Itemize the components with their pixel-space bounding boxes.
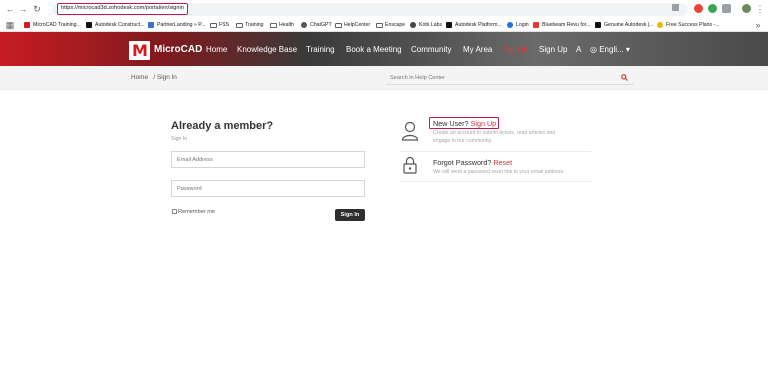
new-user-heading: New User? Sign Up bbox=[433, 119, 496, 128]
bookmark-login[interactable]: Login bbox=[507, 20, 529, 30]
forgot-password-heading: Forgot Password? Reset bbox=[433, 158, 512, 167]
nav-community[interactable]: Community bbox=[411, 44, 451, 55]
more-bookmarks-icon[interactable]: » bbox=[752, 19, 764, 31]
breadcrumb-home[interactable]: Home bbox=[131, 74, 148, 81]
bookmarks-bar: ▦ MicroCAD Training... Autodesk Construc… bbox=[0, 18, 768, 32]
folder-icon bbox=[335, 22, 342, 28]
genuine-autodesk-favicon-icon bbox=[595, 22, 601, 28]
url-text[interactable]: https://microcad3d.zohodesk.com/portal/e… bbox=[57, 3, 188, 15]
signin-subtitle: Sign In bbox=[171, 136, 188, 142]
apps-grid-icon[interactable]: ▦ bbox=[4, 19, 16, 31]
back-icon[interactable]: ← bbox=[4, 3, 16, 15]
reload-icon[interactable]: ↻ bbox=[31, 3, 43, 15]
divider bbox=[399, 181, 591, 182]
bookmark-fss[interactable]: FSS bbox=[210, 20, 229, 30]
bookmark-training[interactable]: Training bbox=[236, 20, 264, 30]
search-icon[interactable] bbox=[621, 74, 628, 81]
brand-name[interactable]: MicroCAD bbox=[154, 43, 202, 57]
bookmark-microcad-training[interactable]: MicroCAD Training... bbox=[24, 20, 81, 30]
new-user-label: New User? bbox=[433, 119, 469, 128]
bookmark-genuine-autodesk[interactable]: Genuine Autodesk |... bbox=[595, 20, 654, 30]
bookmark-autodesk-platform[interactable]: Autodesk Platform... bbox=[446, 20, 502, 30]
forgot-password-description: We will send a password reset link to yo… bbox=[433, 169, 565, 175]
menu-kebab-icon[interactable]: ⋮ bbox=[754, 3, 766, 15]
bookmark-enscape[interactable]: Enscape bbox=[376, 20, 405, 30]
sign-up-link[interactable]: Sign Up bbox=[471, 119, 497, 128]
new-user-description-1: Create an account to submit tickets, rea… bbox=[433, 130, 556, 136]
language-selector[interactable]: ◎ Engli... ▾ bbox=[590, 44, 630, 55]
bookmark-helpcenter[interactable]: HelpCenter bbox=[335, 20, 370, 30]
partner-favicon-icon bbox=[148, 22, 154, 28]
user-icon bbox=[401, 121, 419, 141]
nav-training[interactable]: Training bbox=[306, 44, 335, 55]
success-favicon-icon bbox=[657, 22, 663, 28]
new-user-description-2: engage in our community. bbox=[433, 138, 493, 144]
breadcrumb: Home / Sign In bbox=[131, 73, 177, 82]
divider bbox=[399, 151, 591, 152]
folder-icon bbox=[236, 22, 243, 28]
microcad-favicon-icon bbox=[24, 22, 30, 28]
install-icon[interactable] bbox=[672, 4, 679, 11]
breadcrumb-bar bbox=[0, 66, 768, 90]
nav-home[interactable]: Home bbox=[206, 44, 227, 55]
bookmark-kobi-labs[interactable]: Kobi Labs bbox=[410, 20, 442, 30]
kobi-favicon-icon bbox=[410, 22, 416, 28]
password-field[interactable] bbox=[171, 180, 365, 197]
sign-in-button[interactable]: Sign In bbox=[335, 209, 365, 221]
autodesk-favicon-icon bbox=[86, 22, 92, 28]
extensions-icon[interactable] bbox=[722, 4, 731, 13]
reset-link[interactable]: Reset bbox=[493, 158, 512, 167]
chevron-down-icon: ▾ bbox=[625, 45, 630, 54]
breadcrumb-separator: / bbox=[153, 74, 156, 81]
bluebeam-favicon-icon bbox=[533, 22, 539, 28]
autodesk-platform-favicon-icon bbox=[446, 22, 452, 28]
folder-icon bbox=[210, 22, 217, 28]
forward-icon[interactable]: → bbox=[17, 3, 29, 15]
nav-sign-up[interactable]: Sign Up bbox=[539, 44, 567, 55]
font-size-toggle[interactable]: A bbox=[576, 44, 581, 55]
bookmark-chatgpt[interactable]: ChatGPT bbox=[301, 20, 332, 30]
chatgpt-favicon-icon bbox=[301, 22, 307, 28]
bookmark-health[interactable]: Health bbox=[270, 20, 294, 30]
extension-red-icon[interactable] bbox=[694, 4, 703, 13]
bookmark-partnerlanding[interactable]: PartnerLanding » P... bbox=[148, 20, 205, 30]
folder-icon bbox=[376, 22, 383, 28]
nav-knowledge-base[interactable]: Knowledge Base bbox=[237, 44, 297, 55]
nav-my-area[interactable]: My Area bbox=[463, 44, 492, 55]
login-favicon-icon bbox=[507, 22, 513, 28]
profile-avatar[interactable] bbox=[742, 4, 751, 13]
browser-toolbar: ← → ↻ https://microcad3d.zohodesk.com/po… bbox=[0, 0, 768, 18]
remember-me[interactable]: Remember me bbox=[172, 208, 215, 216]
lock-icon bbox=[403, 156, 417, 174]
help-center-search-input[interactable] bbox=[386, 71, 634, 85]
remember-me-checkbox[interactable] bbox=[172, 209, 177, 214]
bookmark-bluebeam[interactable]: Bluebeam Revu for... bbox=[533, 20, 590, 30]
extension-green-icon[interactable] bbox=[708, 4, 717, 13]
forgot-password-label: Forgot Password? bbox=[433, 158, 492, 167]
folder-icon bbox=[270, 22, 277, 28]
bookmark-autodesk-construct[interactable]: Autodesk Construct... bbox=[86, 20, 145, 30]
globe-icon: ◎ bbox=[590, 45, 597, 54]
email-field[interactable] bbox=[171, 151, 365, 168]
remember-me-label: Remember me bbox=[178, 209, 215, 215]
signin-title: Already a member? bbox=[171, 120, 274, 132]
bookmark-free-success-plans[interactable]: Free Success Plans -... bbox=[657, 20, 720, 30]
nav-sign-in[interactable]: Sign In bbox=[503, 44, 528, 55]
breadcrumb-current: Sign In bbox=[156, 74, 177, 81]
microcad-logo[interactable]: M bbox=[129, 41, 150, 60]
nav-book-a-meeting[interactable]: Book a Meeting bbox=[346, 44, 402, 55]
